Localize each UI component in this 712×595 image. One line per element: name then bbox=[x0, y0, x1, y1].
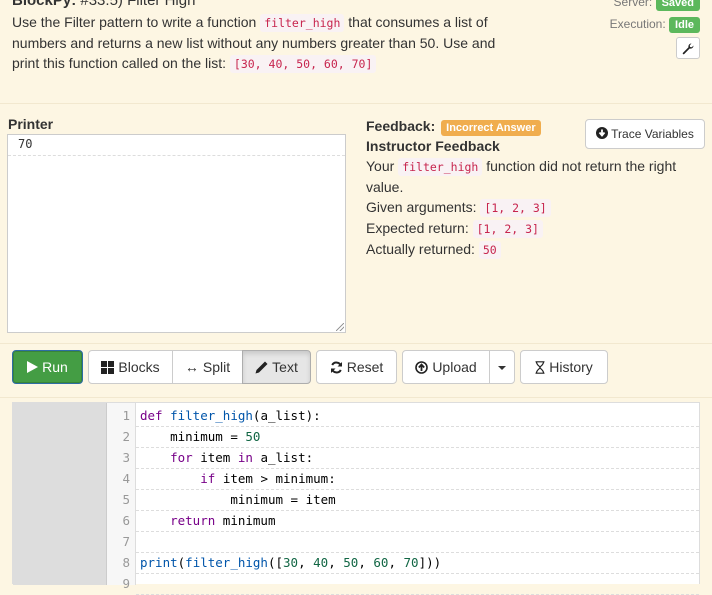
line-number: 9 bbox=[122, 576, 130, 591]
line-number: 2 bbox=[122, 429, 130, 444]
actual-label: Actually returned: bbox=[366, 241, 475, 257]
status-panel: Server: Saved Execution: Idle bbox=[610, 0, 700, 59]
expected-return: Expected return: [1, 2, 3] bbox=[366, 218, 706, 239]
server-status-badge: Saved bbox=[655, 0, 700, 11]
code-line[interactable]: 3 for item in a_list: bbox=[122, 448, 699, 469]
code-text: minimum = 50 bbox=[170, 429, 261, 444]
feedback-message: Your filter_high function did not return… bbox=[366, 156, 706, 197]
line-number: 4 bbox=[122, 471, 130, 486]
circle-arrow-down-icon bbox=[596, 127, 609, 139]
given-value: [1, 2, 3] bbox=[480, 199, 551, 217]
split-arrows-icon: ↔ bbox=[184, 359, 199, 375]
instructions-text: Use the Filter pattern to write a functi… bbox=[12, 14, 261, 30]
trace-variables-button[interactable]: Trace Variables bbox=[585, 119, 705, 149]
printer-output[interactable]: 70 bbox=[7, 134, 346, 333]
play-icon bbox=[27, 361, 39, 373]
line-number: 1 bbox=[122, 408, 130, 423]
hourglass-icon bbox=[535, 361, 545, 374]
run-label: Run bbox=[42, 359, 68, 375]
view-mode-group: Blocks ↔ Split Text bbox=[88, 350, 311, 384]
execution-label: Execution: bbox=[609, 17, 666, 31]
circle-arrow-up-icon bbox=[415, 361, 429, 374]
blocks-workspace[interactable] bbox=[13, 403, 106, 585]
code-lines[interactable]: 1 def filter_high(a_list): 2 minimum = 50 3… bbox=[122, 406, 699, 595]
line-number: 8 bbox=[122, 555, 130, 570]
expected-label: Expected return: bbox=[366, 220, 469, 236]
settings-button[interactable] bbox=[676, 37, 700, 59]
expected-value: [1, 2, 3] bbox=[472, 220, 543, 238]
run-button[interactable]: Run bbox=[12, 350, 83, 384]
divider bbox=[0, 343, 712, 344]
split-label: Split bbox=[202, 359, 231, 375]
blocks-label: Blocks bbox=[118, 359, 160, 375]
upload-dropdown-toggle[interactable] bbox=[489, 350, 515, 384]
feedback-label: Feedback: bbox=[366, 118, 436, 134]
code-line[interactable]: 8 print(filter_high([30, 40, 50, 60, 70])… bbox=[122, 553, 699, 574]
code-line[interactable]: 2 minimum = 50 bbox=[122, 427, 699, 448]
server-label: Server: bbox=[613, 0, 653, 9]
code-line[interactable]: 9 bbox=[122, 574, 699, 595]
history-button[interactable]: History bbox=[520, 350, 608, 384]
code-text: minimum = item bbox=[230, 492, 336, 507]
code-text: if item > minimum: bbox=[200, 471, 336, 486]
printer-line: 70 bbox=[8, 135, 345, 156]
code-line[interactable]: 5 minimum = item bbox=[122, 490, 699, 511]
actual-return: Actually returned: 50 bbox=[366, 239, 706, 260]
given-label: Given arguments: bbox=[366, 199, 477, 215]
code-text: print(filter_high([30, 40, 50, 60, 70])) bbox=[140, 555, 442, 570]
reset-label: Reset bbox=[346, 359, 384, 375]
line-number: 7 bbox=[122, 534, 130, 549]
code-line[interactable]: 1 def filter_high(a_list): bbox=[122, 406, 699, 427]
code-line[interactable]: 6 return minimum bbox=[122, 511, 699, 532]
resize-handle[interactable] bbox=[336, 323, 344, 331]
line-number: 3 bbox=[122, 450, 130, 465]
refresh-icon bbox=[330, 361, 342, 374]
reset-button[interactable]: Reset bbox=[316, 350, 397, 384]
blocks-icon bbox=[101, 361, 115, 374]
problem-name: #33.5) Filter High bbox=[80, 0, 196, 9]
execution-status-badge: Idle bbox=[669, 17, 700, 33]
problem-header: BlockPy: #33.5) Filter High Use the Filt… bbox=[12, 0, 512, 74]
wrench-icon bbox=[682, 43, 694, 54]
text-label: Text bbox=[272, 359, 298, 375]
list-code: [30, 40, 50, 60, 70] bbox=[229, 55, 377, 73]
code-text: for item in a_list: bbox=[170, 450, 314, 465]
feedback-text: Your bbox=[366, 158, 399, 174]
code-line[interactable]: 4 if item > minimum: bbox=[122, 469, 699, 490]
feedback-function-code: filter_high bbox=[398, 158, 483, 176]
printer-label: Printer bbox=[8, 116, 54, 132]
caret-down-icon bbox=[498, 366, 506, 371]
text-view-button[interactable]: Text bbox=[242, 350, 311, 384]
blocks-view-button[interactable]: Blocks bbox=[88, 350, 173, 384]
trace-variables-label: Trace Variables bbox=[611, 127, 694, 141]
code-line[interactable]: 7 bbox=[122, 532, 699, 553]
upload-button[interactable]: Upload bbox=[402, 350, 490, 384]
execution-status: Execution: Idle bbox=[610, 13, 700, 35]
code-text: return minimum bbox=[170, 513, 276, 528]
code-text: def filter_high(a_list): bbox=[140, 408, 321, 423]
divider bbox=[0, 103, 712, 104]
line-number: 6 bbox=[122, 513, 130, 528]
problem-title: BlockPy: #33.5) Filter High bbox=[12, 0, 512, 11]
pencil-icon bbox=[255, 361, 268, 374]
feedback-status-badge: Incorrect Answer bbox=[441, 120, 541, 136]
code-editor[interactable]: 1 def filter_high(a_list): 2 minimum = 50 3… bbox=[12, 402, 700, 595]
function-name-code: filter_high bbox=[260, 14, 345, 32]
app-name: BlockPy: bbox=[12, 0, 77, 9]
given-arguments: Given arguments: [1, 2, 3] bbox=[366, 197, 706, 218]
history-label: History bbox=[549, 359, 593, 375]
instructions: Use the Filter pattern to write a functi… bbox=[12, 12, 512, 74]
divider bbox=[0, 397, 712, 398]
line-number: 5 bbox=[122, 492, 130, 507]
split-view-button[interactable]: ↔ Split bbox=[172, 350, 243, 384]
upload-label: Upload bbox=[432, 359, 477, 375]
actual-value: 50 bbox=[478, 241, 501, 259]
server-status: Server: Saved bbox=[610, 0, 700, 13]
